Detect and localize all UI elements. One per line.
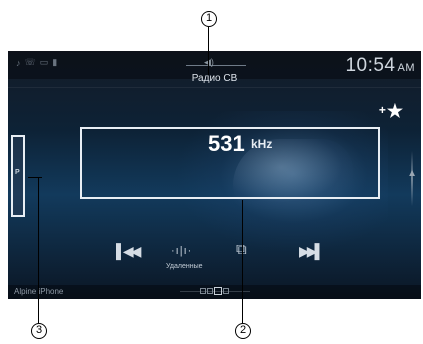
audio-icon: ♪ xyxy=(16,57,21,68)
source-label[interactable]: Радио СВ xyxy=(8,73,421,84)
callout-1-leader xyxy=(208,27,209,75)
page-dot xyxy=(200,288,206,294)
plus-icon: + xyxy=(378,103,386,117)
page-dot-active xyxy=(214,287,222,295)
scan-icon[interactable]: ·ı|ı· xyxy=(171,245,192,257)
source-divider xyxy=(186,65,246,66)
add-favorite-button[interactable]: +★ xyxy=(379,101,403,122)
playback-controls: ▌◀◀ ·ı|ı· Удаленные ⧉ ▶▶▌ xyxy=(8,241,421,273)
seek-down-button[interactable]: ▌◀◀ xyxy=(116,243,142,260)
star-icon: ★ xyxy=(386,101,403,121)
signal-icon: ▮ xyxy=(52,57,58,67)
page-dot xyxy=(223,288,229,294)
callout-2: 2 xyxy=(235,323,251,339)
phone-icon: ☏ xyxy=(24,57,36,67)
frequency-value: 531 xyxy=(208,131,245,156)
head-unit-screen: ♪ ☏ ▭ ▮ ◀) 10:54AM Радио СВ +★ 531 kHz P… xyxy=(8,51,421,299)
preset-tab-label: P xyxy=(15,169,20,176)
callout-3-leader-v xyxy=(38,177,39,323)
header-divider xyxy=(8,87,421,88)
page-dot xyxy=(207,288,213,294)
up-arrow-icon[interactable]: ▲ xyxy=(407,168,417,179)
seek-up-button[interactable]: ▶▶▌ xyxy=(299,243,325,260)
battery-icon: ▭ xyxy=(39,57,49,67)
callout-1: 1 xyxy=(201,11,217,27)
frequency-unit: kHz xyxy=(251,137,273,151)
bottom-bar: Alpine iPhone xyxy=(8,285,421,299)
page-indicator[interactable] xyxy=(200,287,229,295)
scan-label: Удаленные xyxy=(166,263,203,270)
callout-3: 3 xyxy=(31,323,47,339)
callout-2-leader xyxy=(242,200,243,323)
status-icons: ♪ ☏ ▭ ▮ xyxy=(16,57,57,68)
preset-list-tab[interactable] xyxy=(11,135,25,217)
callout-3-leader-h xyxy=(28,177,42,178)
